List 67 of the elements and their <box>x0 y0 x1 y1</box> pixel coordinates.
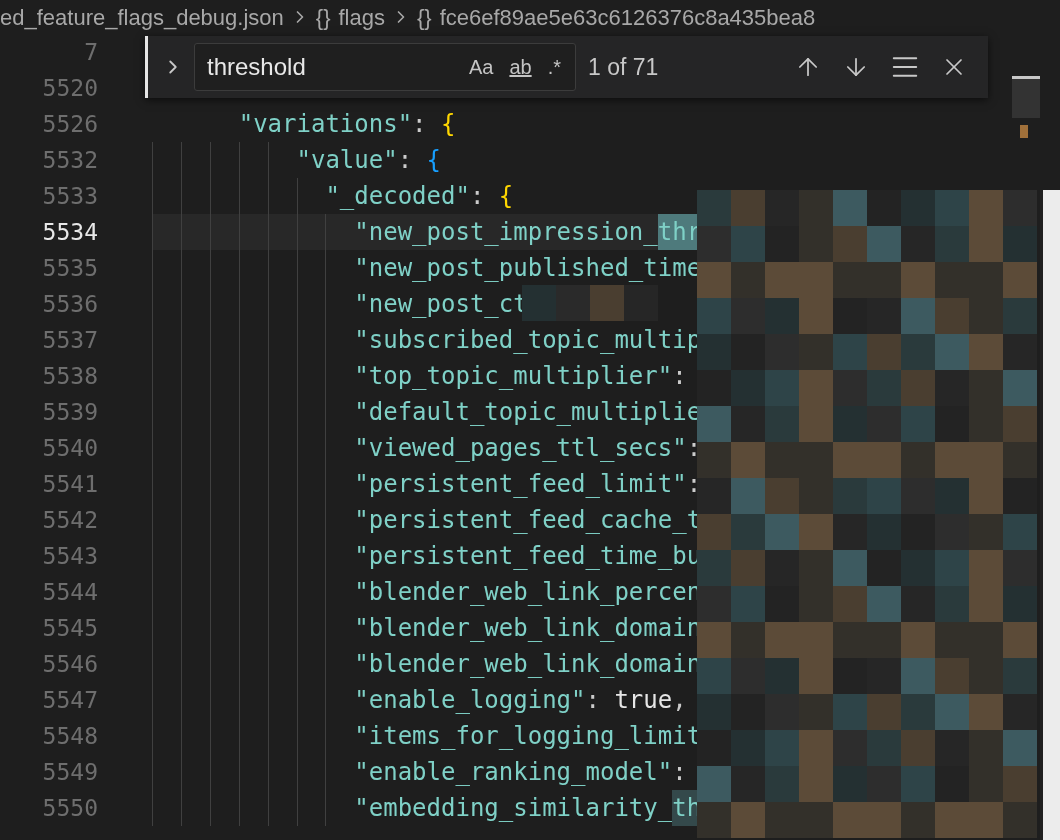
line-number: 5520 <box>41 73 98 103</box>
line-number: 5543 <box>41 541 98 571</box>
punctuation: : <box>469 181 486 212</box>
punctuation: : <box>585 685 601 716</box>
punctuation: : <box>672 361 687 392</box>
line-number: 5546 <box>41 649 98 679</box>
punctuation: : <box>672 757 687 788</box>
json-key: "value" <box>296 142 398 178</box>
line-number: 5534 <box>41 217 98 247</box>
line-number: 5547 <box>41 685 98 715</box>
line-number: 5532 <box>41 145 98 175</box>
match-count: 1 of 71 <box>588 52 659 82</box>
json-key: "variations" <box>238 106 413 142</box>
line-number: 5537 <box>41 325 98 355</box>
line-number: 5544 <box>41 577 98 607</box>
json-key: "new_post_ct <box>354 286 528 322</box>
search-option-toggle[interactable]: Aa <box>466 52 496 82</box>
json-key: "embedding_similarity_ <box>354 790 673 826</box>
search-option-toggle[interactable]: .* <box>545 52 563 82</box>
line-number: 5538 <box>41 361 98 391</box>
line-number: 5550 <box>41 793 98 823</box>
overview-marker <box>1020 125 1028 138</box>
punctuation: : <box>397 145 414 176</box>
braces-icon: {} <box>417 0 432 34</box>
breadcrumb-item[interactable]: ed_feature_flags_debug.json <box>0 0 284 34</box>
line-number: 5536 <box>41 289 98 319</box>
boolean-value: true <box>614 685 673 716</box>
punctuation: : <box>686 433 702 464</box>
json-key: "enable_ranking_model" <box>354 754 673 790</box>
json-key: "new_post_impression_ <box>354 214 658 250</box>
line-number: 5539 <box>41 397 98 427</box>
line-number: 5545 <box>41 613 98 643</box>
json-key: "new_post_published_time <box>354 250 702 286</box>
punctuation: , <box>672 685 687 716</box>
json-key: "blender_web_link_domain <box>354 610 702 646</box>
json-key: "items_for_logging_limit <box>354 718 702 754</box>
line-number: 5548 <box>41 721 98 751</box>
punctuation: : <box>412 109 428 140</box>
json-key: "_decoded" <box>325 178 470 214</box>
json-key: "default_topic_multiplie <box>354 394 702 430</box>
line-number: 5541 <box>41 469 98 499</box>
line-number: 5533 <box>41 181 98 211</box>
search-option-toggle[interactable]: ab <box>507 52 534 82</box>
json-key: "blender_web_link_percen <box>354 574 702 610</box>
brace: { <box>426 145 441 176</box>
json-key: "top_topic_multiplier" <box>354 358 673 394</box>
line-number: 5540 <box>41 433 98 463</box>
search-field[interactable]: threshold Aa ab .* <box>194 43 576 91</box>
json-key: "blender_web_link_domain <box>354 646 702 682</box>
line-number: 5542 <box>41 505 98 535</box>
json-key: "persistent_feed_cache_t <box>354 502 702 538</box>
json-key: "persistent_feed_limit" <box>354 466 687 502</box>
brace: { <box>498 181 514 212</box>
punctuation: : <box>686 469 702 500</box>
breadcrumb-item[interactable]: fce6ef89ae5e63c6126376c8a435bea8 <box>439 0 816 34</box>
json-key: "viewed_pages_ttl_secs" <box>354 430 687 466</box>
braces-icon: {} <box>315 0 331 34</box>
brace: { <box>441 109 456 140</box>
json-key: "subscribed_topic_multip <box>354 322 702 358</box>
json-key: "persistent_feed_time_bu <box>354 538 702 574</box>
overview-marker <box>1012 76 1040 79</box>
line-number: 5526 <box>41 109 98 139</box>
line-number: 7 <box>83 37 98 67</box>
json-key: "enable_logging" <box>354 682 586 718</box>
line-number: 5549 <box>41 757 98 787</box>
breadcrumb-item[interactable]: flags <box>338 0 385 34</box>
line-number: 5535 <box>41 253 98 283</box>
